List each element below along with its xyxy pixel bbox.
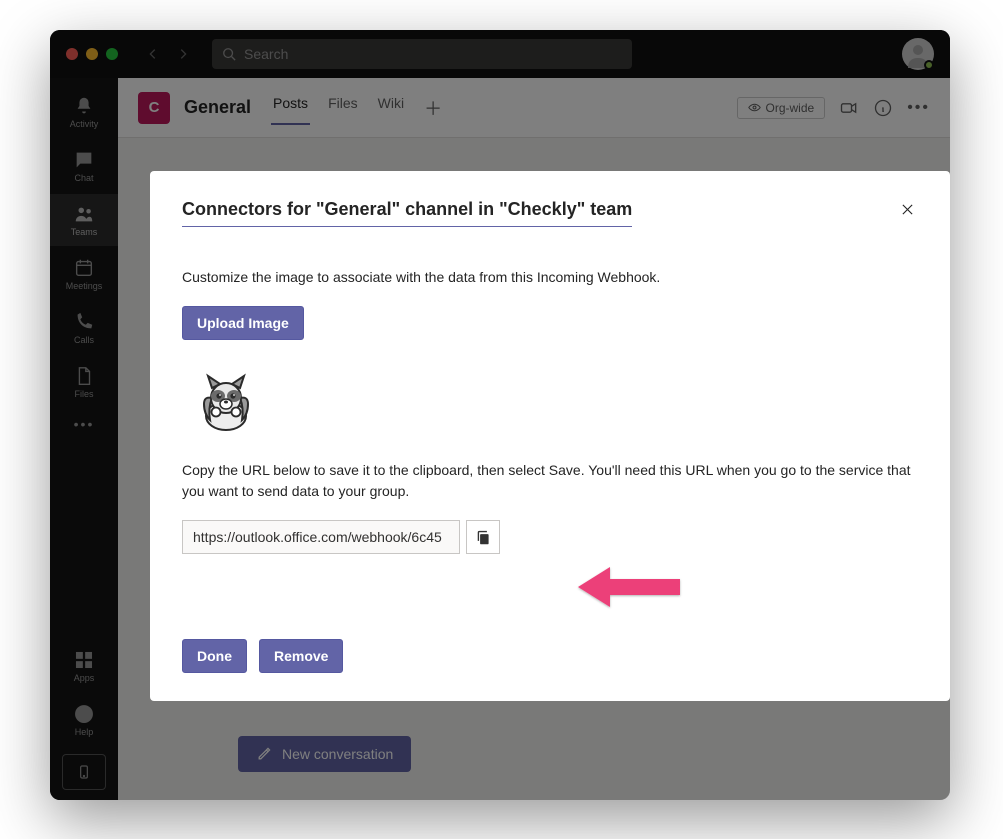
webhook-image-preview — [194, 368, 258, 432]
upload-image-button[interactable]: Upload Image — [182, 306, 304, 340]
button-label: Upload Image — [197, 315, 289, 331]
copy-url-button[interactable] — [466, 520, 500, 554]
remove-button[interactable]: Remove — [259, 639, 343, 673]
upload-description: Customize the image to associate with th… — [182, 267, 918, 288]
close-icon — [901, 203, 914, 216]
raccoon-icon — [194, 368, 258, 432]
connectors-modal: Connectors for "General" channel in "Che… — [150, 171, 950, 701]
button-label: Done — [197, 648, 232, 664]
copy-icon — [475, 529, 492, 546]
close-modal-button[interactable] — [897, 199, 918, 225]
done-button[interactable]: Done — [182, 639, 247, 673]
app-window: Search Activity Chat Teams Meetings — [50, 30, 950, 800]
modal-title: Connectors for "General" channel in "Che… — [182, 199, 632, 227]
url-description: Copy the URL below to save it to the cli… — [182, 460, 918, 502]
webhook-url-input[interactable] — [182, 520, 460, 554]
button-label: Remove — [274, 648, 328, 664]
